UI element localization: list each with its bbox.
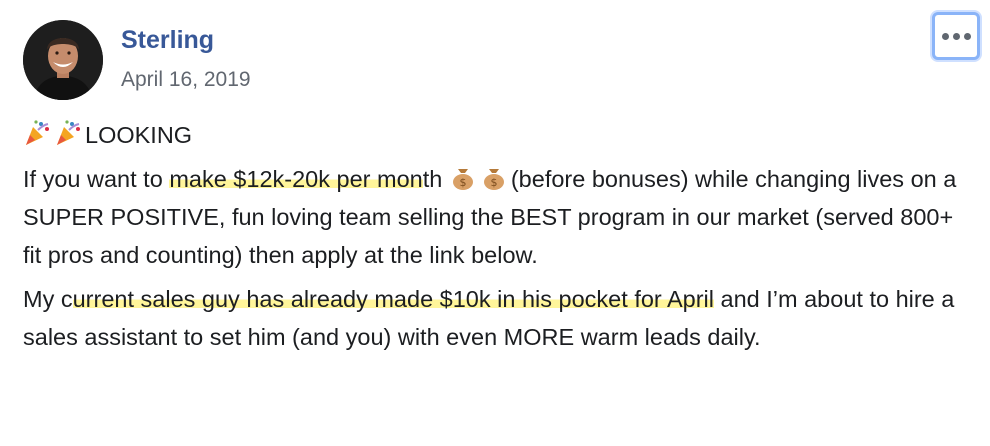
post-paragraph-2: My current sales guy has already made $1… [23, 280, 973, 356]
p2-highlight: urrent sales guy has already made $10k i… [72, 286, 714, 312]
money-bag-icon: $ [449, 163, 477, 191]
post-headline-line: LOOKING [23, 116, 973, 154]
svg-text:$: $ [459, 176, 466, 189]
more-options-icon-dot [963, 32, 971, 40]
p1-highlight: make $12k-20k per mon [169, 166, 423, 192]
profile-photo-icon [23, 20, 103, 100]
author-name-link[interactable]: Sterling [121, 26, 214, 55]
p1-after-highlight: th [422, 166, 449, 192]
post-body: LOOKING If you want to make $12k-20k per… [23, 116, 973, 356]
more-options-button[interactable] [932, 12, 980, 60]
more-options-icon-dot [952, 32, 960, 40]
party-popper-icon [23, 119, 51, 147]
post-card: Sterling April 16, 2019 LOOKING If you w… [0, 0, 990, 446]
party-popper-icon [54, 119, 82, 147]
money-bag-icon: $ [480, 163, 508, 191]
more-options-icon [941, 32, 949, 40]
p1-prefix: If you want to [23, 166, 170, 192]
p2-prefix: My c [23, 286, 73, 312]
post-paragraph-1: If you want to make $12k-20k per month $… [23, 160, 973, 274]
post-timestamp[interactable]: April 16, 2019 [121, 68, 251, 92]
svg-text:$: $ [490, 176, 497, 189]
post-headline: LOOKING [85, 122, 193, 148]
author-avatar[interactable] [23, 20, 103, 100]
